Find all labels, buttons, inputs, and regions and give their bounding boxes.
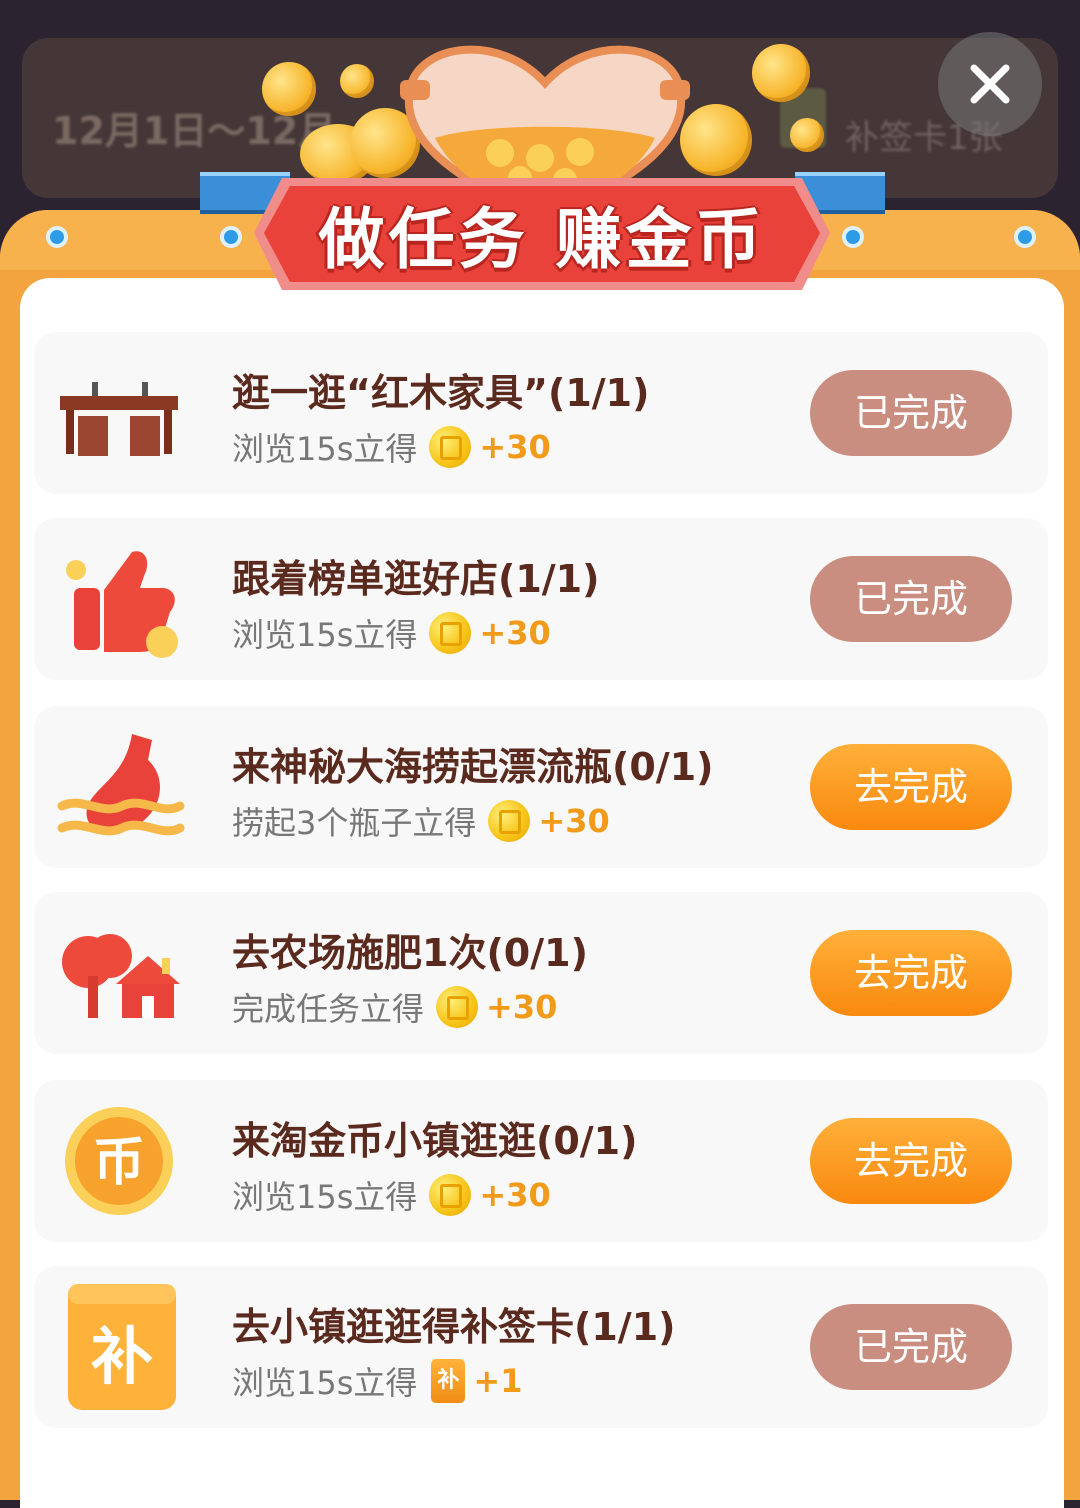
decor-coin-icon	[340, 64, 374, 98]
reward-amount: +1	[473, 1362, 523, 1400]
task-row: 币 来淘金币小镇逛逛(0/1) 浏览15s立得 +30 去完成	[34, 1080, 1048, 1242]
task-title: 逛一逛“红木家具”(1/1)	[232, 371, 650, 415]
coin-icon	[429, 426, 472, 468]
coin-glyph: 币	[93, 1133, 145, 1193]
reward-amount: +30	[538, 802, 610, 840]
frame-rivet	[842, 226, 864, 248]
task-title: 去农场施肥1次(0/1)	[232, 931, 588, 975]
task-description-text: 浏览15s立得	[232, 1178, 418, 1216]
task-title: 来神秘大海捞起漂流瓶(0/1)	[232, 745, 714, 789]
task-done-button[interactable]: 已完成	[810, 556, 1012, 642]
coin-icon	[429, 612, 472, 654]
task-description-text: 浏览15s立得	[232, 1364, 418, 1402]
modal-title: 做任务 赚金币	[318, 201, 766, 278]
task-description: 浏览15s立得 补 +1	[232, 1358, 522, 1404]
task-row: 去农场施肥1次(0/1) 完成任务立得 +30 去完成	[34, 892, 1048, 1054]
decor-coin-icon	[752, 44, 810, 102]
task-done-button[interactable]: 已完成	[810, 370, 1012, 456]
task-title: 跟着榜单逛好店(1/1)	[232, 557, 600, 601]
task-description: 完成任务立得 +30	[232, 984, 557, 1030]
task-go-button[interactable]: 去完成	[810, 930, 1012, 1016]
task-row: 逛一逛“红木家具”(1/1) 浏览15s立得 +30 已完成	[34, 332, 1048, 494]
reward-amount: +30	[479, 1176, 551, 1214]
coin-icon	[436, 986, 479, 1028]
coin-icon	[488, 800, 531, 842]
task-done-button[interactable]: 已完成	[810, 1304, 1012, 1390]
frame-rivet	[46, 226, 68, 248]
decor-coin-icon	[790, 118, 824, 152]
task-row: 跟着榜单逛好店(1/1) 浏览15s立得 +30 已完成	[34, 518, 1048, 680]
task-title: 去小镇逛逛得补签卡(1/1)	[232, 1305, 676, 1349]
decor-coin-icon	[262, 62, 316, 116]
task-description: 浏览15s立得 +30	[232, 1172, 551, 1218]
close-button[interactable]	[938, 32, 1042, 136]
task-description: 浏览15s立得 +30	[232, 424, 551, 470]
coin-icon	[429, 1174, 472, 1216]
drift-bottle-icon	[57, 734, 185, 836]
reward-amount: +30	[486, 988, 558, 1026]
task-row: 补 去小镇逛逛得补签卡(1/1) 浏览15s立得 补 +1 已完成	[34, 1266, 1048, 1428]
task-description: 捞起3个瓶子立得 +30	[232, 798, 610, 844]
makeup-card-icon: 补	[431, 1359, 466, 1403]
reward-amount: +30	[479, 428, 551, 466]
frame-rivet	[1014, 226, 1036, 248]
farm-icon	[62, 934, 180, 1018]
card-glyph: 补	[91, 1320, 153, 1393]
task-go-button[interactable]: 去完成	[810, 1118, 1012, 1204]
task-description-text: 完成任务立得	[232, 990, 425, 1028]
task-description-text: 捞起3个瓶子立得	[232, 804, 477, 842]
makeup-card-icon: 补	[68, 1284, 176, 1410]
task-title: 来淘金币小镇逛逛(0/1)	[232, 1119, 638, 1163]
gold-coin-icon: 币	[65, 1107, 173, 1215]
thumbs-up-icon	[66, 551, 178, 658]
task-go-button[interactable]: 去完成	[810, 744, 1012, 830]
reward-amount: +30	[479, 614, 551, 652]
task-description: 浏览15s立得 +30	[232, 610, 551, 656]
task-description-text: 浏览15s立得	[232, 430, 418, 468]
task-row: 来神秘大海捞起漂流瓶(0/1) 捞起3个瓶子立得 +30 去完成	[34, 706, 1048, 868]
close-icon	[970, 64, 1010, 104]
frame-rivet	[220, 226, 242, 248]
task-description-text: 浏览15s立得	[232, 616, 418, 654]
furniture-icon	[60, 382, 178, 456]
